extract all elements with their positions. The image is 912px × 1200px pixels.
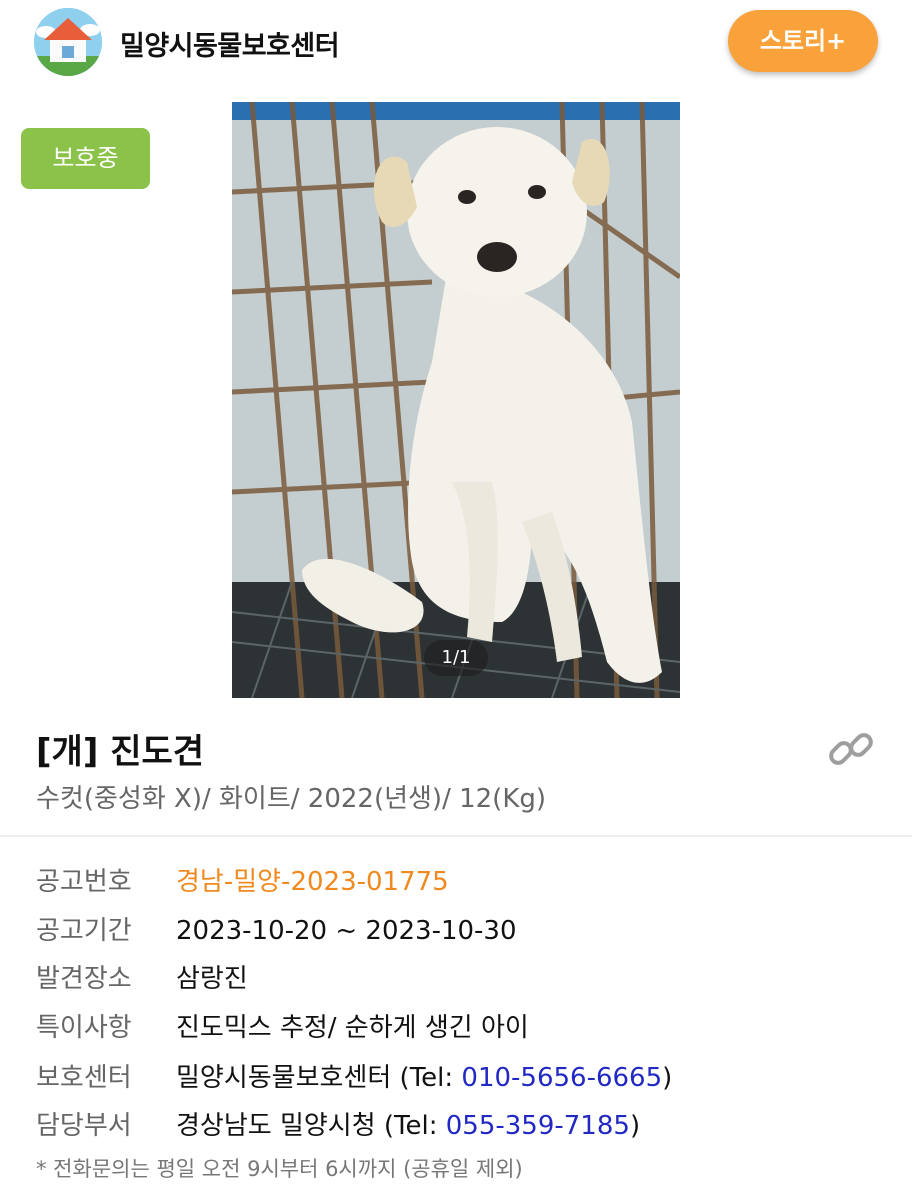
info-row-shelter: 보호센터 밀양시동물보호센터 (Tel: 010-5656-6665) bbox=[36, 1058, 672, 1098]
story-add-button[interactable]: 스토리+ bbox=[728, 10, 878, 72]
header-bar: 밀양시동물보호센터 스토리+ bbox=[0, 0, 912, 95]
animal-summary: 수컷(중성화 X)/ 화이트/ 2022(년생)/ 12(Kg) bbox=[36, 784, 547, 814]
info-row-special-notes: 특이사항 진도믹스 추정/ 순하게 생긴 아이 bbox=[36, 1008, 529, 1048]
shelter-phone-link[interactable]: 010-5656-6665 bbox=[461, 1063, 662, 1093]
info-label: 보호센터 bbox=[36, 1063, 132, 1093]
info-row-notice-number: 공고번호 경남-밀양-2023-01775 bbox=[36, 862, 449, 902]
department-contact-text: 경상남도 밀양시청 (Tel: bbox=[176, 1111, 446, 1141]
info-label: 공고번호 bbox=[36, 867, 132, 897]
section-divider bbox=[0, 835, 912, 837]
shelter-contact-text: 밀양시동물보호센터 (Tel: bbox=[176, 1063, 462, 1093]
photo-counter: 1/1 bbox=[424, 640, 488, 676]
info-label: 발견장소 bbox=[36, 964, 132, 994]
department-phone-link[interactable]: 055-359-7185 bbox=[446, 1111, 630, 1141]
special-notes: 진도믹스 추정/ 순하게 생긴 아이 bbox=[176, 1013, 529, 1043]
found-place: 삼랑진 bbox=[176, 964, 248, 994]
info-row-department: 담당부서 경상남도 밀양시청 (Tel: 055-359-7185) bbox=[36, 1106, 640, 1146]
link-icon[interactable] bbox=[824, 722, 878, 776]
notice-period: 2023-10-20 ~ 2023-10-30 bbox=[176, 916, 517, 946]
status-badge: 보호중 bbox=[21, 128, 150, 189]
shelter-name: 밀양시동물보호센터 bbox=[120, 31, 340, 62]
info-label: 공고기간 bbox=[36, 916, 132, 946]
info-row-notice-period: 공고기간 2023-10-20 ~ 2023-10-30 bbox=[36, 911, 517, 951]
info-label: 담당부서 bbox=[36, 1111, 132, 1141]
house-logo-icon[interactable] bbox=[34, 8, 102, 76]
animal-photo[interactable] bbox=[232, 102, 680, 698]
shelter-contact-close: ) bbox=[662, 1063, 673, 1093]
info-row-found-place: 발견장소 삼랑진 bbox=[36, 959, 248, 999]
phone-hours-footnote: * 전화문의는 평일 오전 9시부터 6시까지 (공휴일 제외) bbox=[36, 1157, 523, 1181]
notice-number: 경남-밀양-2023-01775 bbox=[176, 867, 449, 897]
info-label: 특이사항 bbox=[36, 1013, 132, 1043]
animal-title: [개] 진도견 bbox=[36, 732, 205, 772]
department-contact-close: ) bbox=[629, 1111, 641, 1141]
